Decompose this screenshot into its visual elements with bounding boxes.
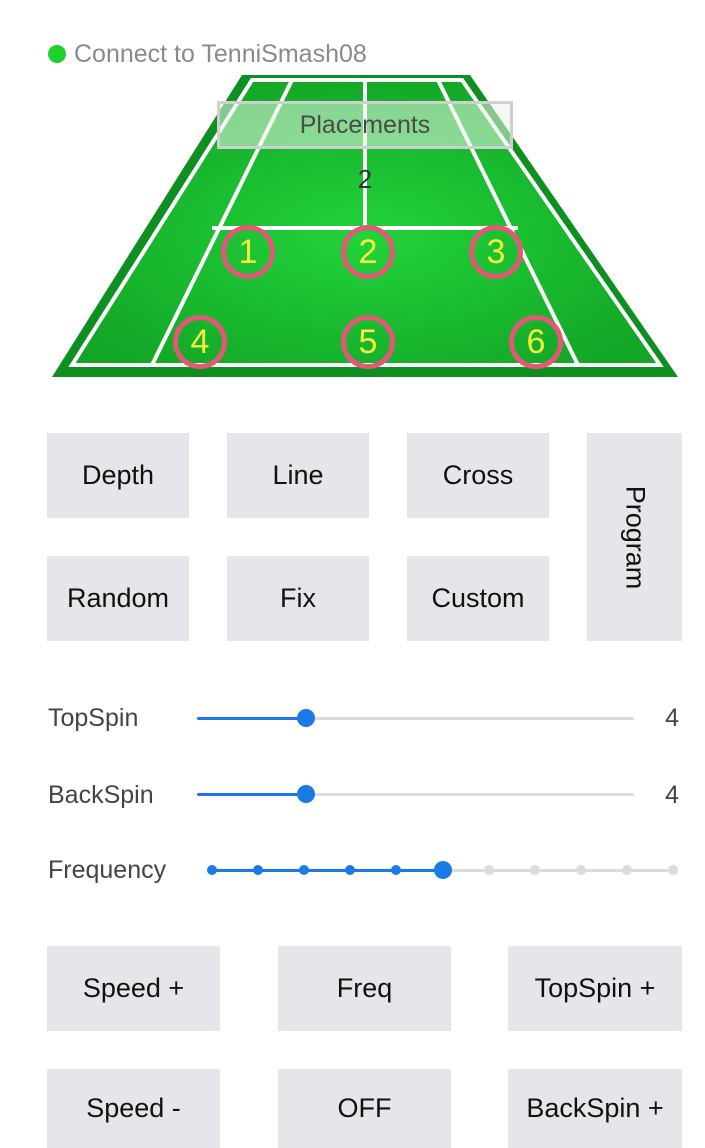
depth-button[interactable]: Depth <box>47 433 189 518</box>
placement-spot-3[interactable]: 3 <box>469 225 523 279</box>
backspin-up-button[interactable]: BackSpin + <box>508 1069 682 1148</box>
random-button[interactable]: Random <box>47 556 189 641</box>
frequency-step-dot[interactable] <box>575 865 586 875</box>
frequency-step-dot[interactable] <box>207 865 217 875</box>
placements-label: Placements <box>217 101 513 149</box>
placement-spot-1[interactable]: 1 <box>221 225 275 279</box>
fix-button[interactable]: Fix <box>227 556 369 641</box>
frequency-step-dot[interactable] <box>483 865 494 875</box>
backspin-value: 4 <box>665 781 679 809</box>
frequency-step-dot[interactable] <box>253 865 264 875</box>
frequency-step-dot[interactable] <box>621 865 632 875</box>
line-button[interactable]: Line <box>227 433 369 518</box>
program-button-label: Program <box>620 485 650 589</box>
backspin-slider-thumb[interactable] <box>297 785 316 803</box>
frequency-slider-thumb[interactable] <box>433 861 452 879</box>
frequency-step-dot[interactable] <box>345 865 356 875</box>
current-spot-number: 2 <box>357 164 373 194</box>
frequency-step-dot[interactable] <box>529 865 540 875</box>
off-button[interactable]: OFF <box>278 1069 451 1148</box>
placement-spot-2[interactable]: 2 <box>341 225 395 279</box>
placement-spot-6[interactable]: 6 <box>509 315 563 369</box>
backspin-label: BackSpin <box>48 781 154 809</box>
topspin-label: TopSpin <box>48 704 139 732</box>
frequency-slider[interactable] <box>207 861 678 879</box>
topspin-value: 4 <box>665 704 679 732</box>
topspin-slider-thumb[interactable] <box>297 709 316 727</box>
connection-status-text: Connect to TenniSmash08 <box>74 39 367 68</box>
frequency-step-dot[interactable] <box>668 865 678 875</box>
cross-button[interactable]: Cross <box>407 433 549 518</box>
topspin-slider-fill <box>197 717 307 720</box>
frequency-step-dot[interactable] <box>299 865 310 875</box>
frequency-slider-fill <box>212 869 443 872</box>
placement-spot-5[interactable]: 5 <box>341 315 395 369</box>
custom-button[interactable]: Custom <box>407 556 549 641</box>
placement-spot-4[interactable]: 4 <box>173 315 227 369</box>
connection-status: Connect to TenniSmash08 <box>48 38 367 70</box>
frequency-label: Frequency <box>48 856 167 884</box>
topspin-up-button[interactable]: TopSpin + <box>508 946 682 1031</box>
connected-indicator-icon <box>48 45 66 63</box>
freq-button[interactable]: Freq <box>278 946 451 1031</box>
backspin-slider-fill <box>197 793 307 796</box>
frequency-step-dot[interactable] <box>391 865 402 875</box>
topspin-slider[interactable] <box>197 709 634 727</box>
speed-up-button[interactable]: Speed + <box>47 946 220 1031</box>
speed-down-button[interactable]: Speed - <box>47 1069 220 1148</box>
program-button[interactable]: Program <box>587 433 682 641</box>
backspin-slider[interactable] <box>197 785 634 803</box>
